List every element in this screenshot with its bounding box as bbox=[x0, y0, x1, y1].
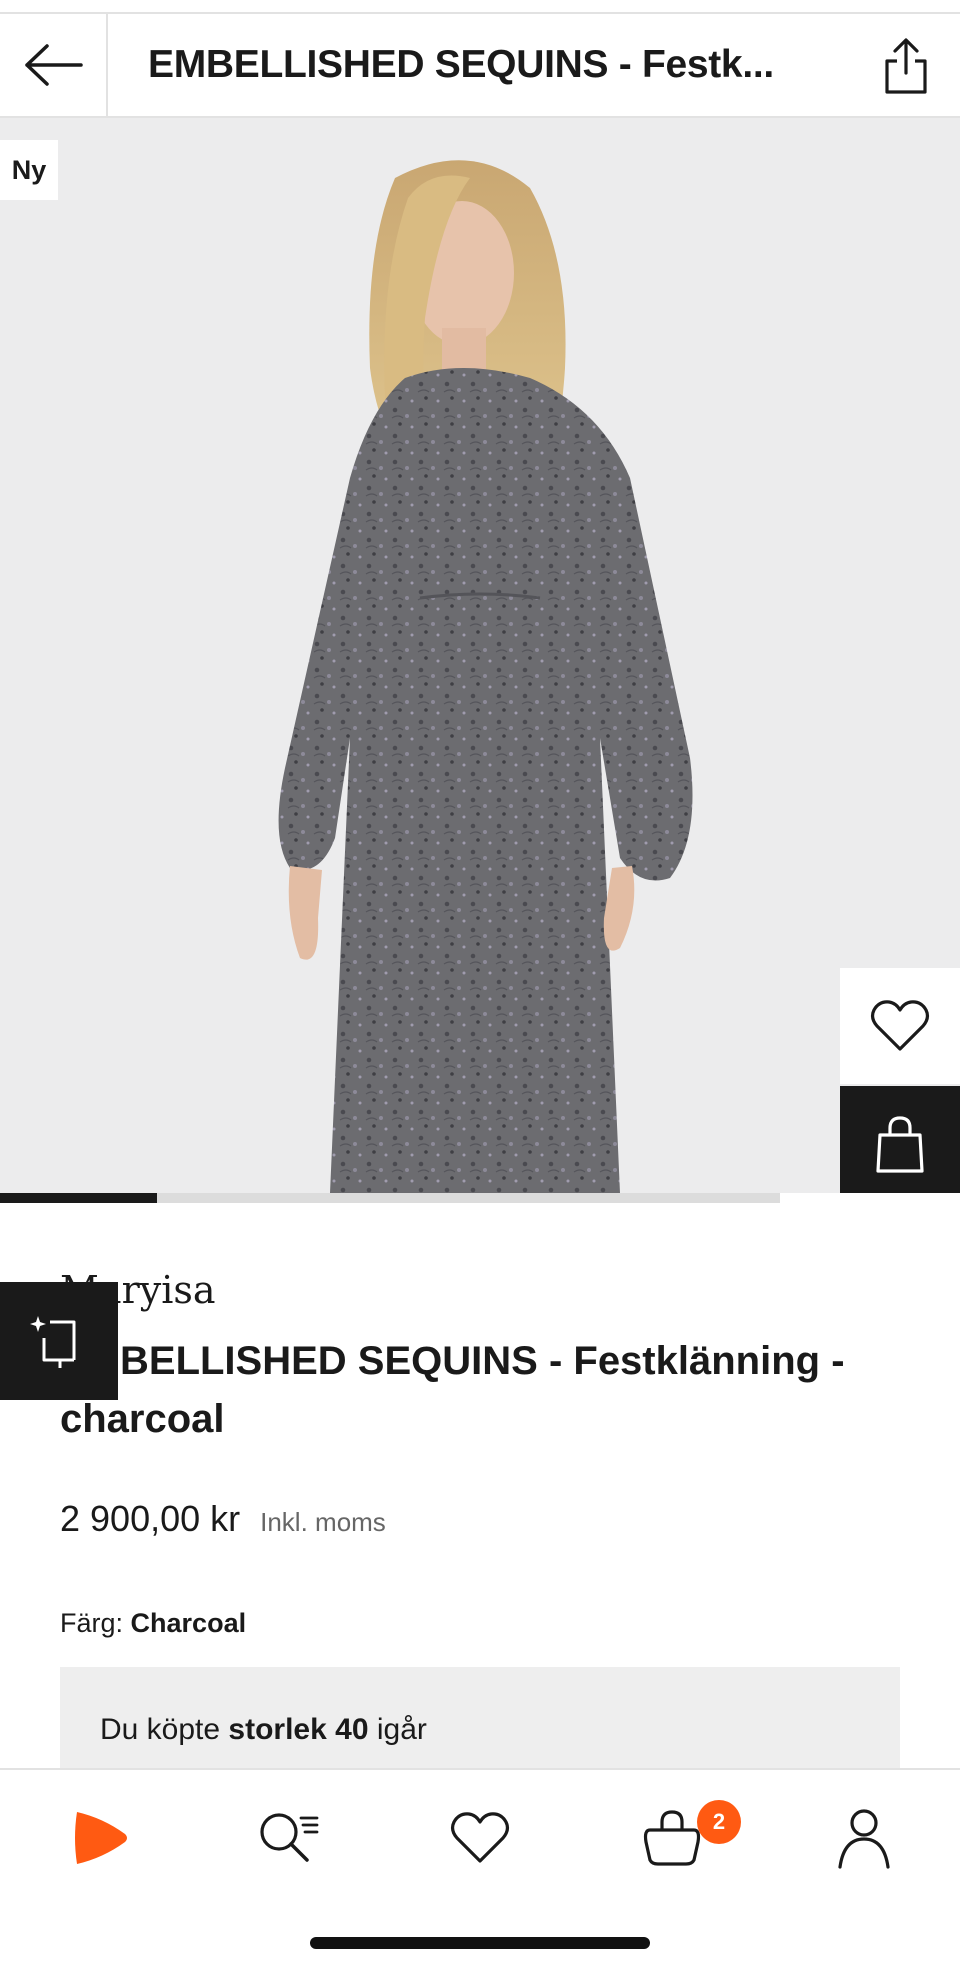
gallery-progress-bar bbox=[0, 1193, 960, 1203]
color-value: Charcoal bbox=[130, 1608, 247, 1638]
price-row: 2 900,00 kr Inkl. moms bbox=[60, 1498, 386, 1540]
virtual-fit-button[interactable] bbox=[0, 1282, 118, 1400]
product-photo[interactable] bbox=[0, 118, 960, 1193]
tab-wishlist[interactable] bbox=[440, 1798, 520, 1878]
product-image-gallery[interactable]: Ny bbox=[0, 118, 960, 1193]
bought-size: storlek 40 bbox=[228, 1713, 369, 1746]
sparkle-resize-icon bbox=[30, 1316, 76, 1368]
tab-profile[interactable] bbox=[824, 1798, 904, 1878]
tab-search[interactable] bbox=[248, 1798, 328, 1878]
arrow-left-icon bbox=[25, 44, 83, 86]
add-to-bag-button[interactable] bbox=[840, 1086, 960, 1193]
new-badge: Ny bbox=[0, 140, 58, 200]
color-label: Färg: bbox=[60, 1608, 124, 1638]
color-row: Färg: Charcoal bbox=[60, 1608, 246, 1639]
shopping-bag-icon bbox=[876, 1116, 924, 1173]
share-button[interactable] bbox=[876, 36, 936, 96]
zalando-logo-icon bbox=[75, 1812, 127, 1864]
shopping-bag-icon bbox=[643, 1810, 701, 1866]
previous-purchase-notice: Du köpte storlek 40 igår bbox=[60, 1667, 900, 1771]
search-list-icon bbox=[260, 1813, 319, 1862]
back-button[interactable] bbox=[0, 14, 108, 116]
bought-suffix: igår bbox=[368, 1713, 427, 1746]
page-title: EMBELLISHED SEQUINS - Festk... bbox=[148, 43, 774, 86]
user-icon bbox=[838, 1809, 890, 1869]
product-name: EMBELLISHED SEQUINS - Festklänning - cha… bbox=[60, 1339, 845, 1441]
add-to-wishlist-button[interactable] bbox=[840, 968, 960, 1084]
product-price: 2 900,00 kr bbox=[60, 1498, 241, 1539]
share-icon bbox=[885, 38, 927, 94]
top-app-bar: EMBELLISHED SEQUINS - Festk... bbox=[0, 12, 960, 118]
home-indicator[interactable] bbox=[310, 1937, 650, 1949]
tab-home[interactable] bbox=[58, 1798, 138, 1878]
bought-prefix: Du köpte bbox=[100, 1713, 229, 1746]
heart-icon bbox=[870, 1000, 930, 1051]
progress-fill bbox=[0, 1193, 157, 1203]
vat-label: Inkl. moms bbox=[260, 1507, 386, 1537]
heart-icon bbox=[450, 1812, 510, 1863]
cart-count-badge: 2 bbox=[697, 1800, 741, 1844]
